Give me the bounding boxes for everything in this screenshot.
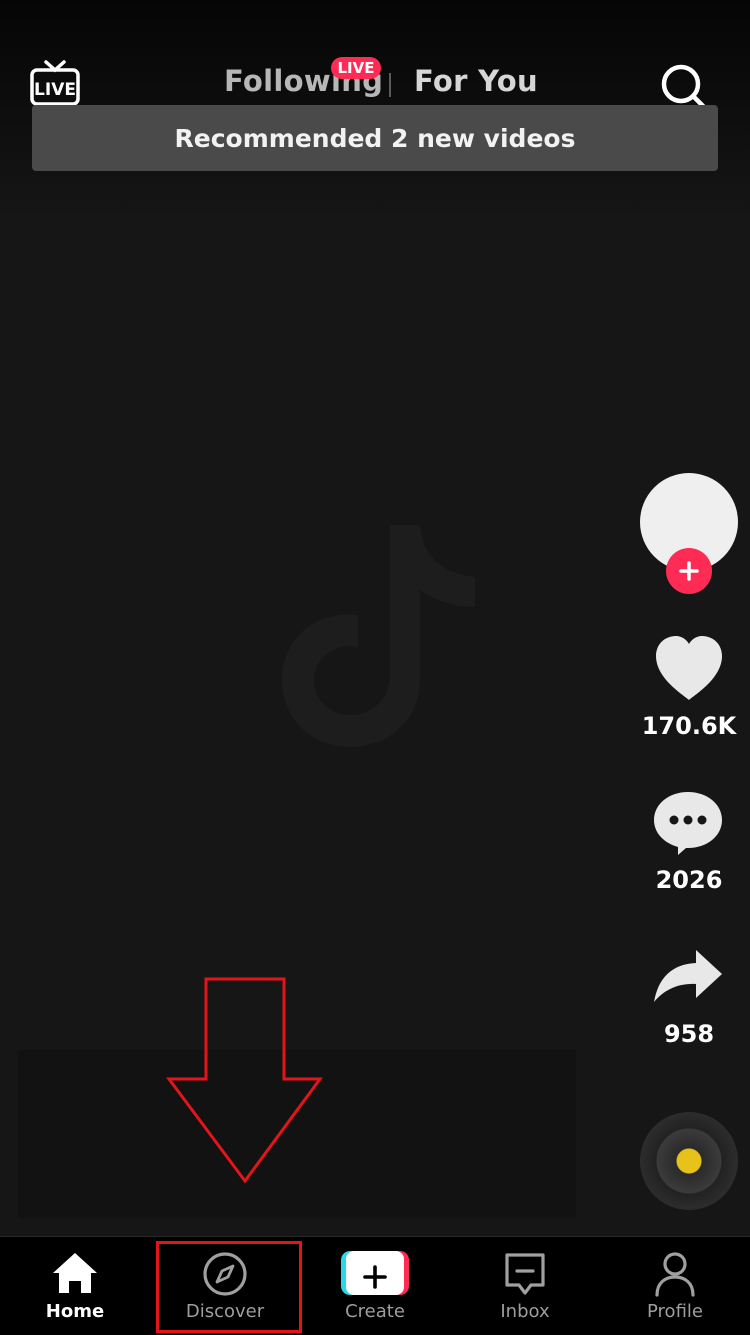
follow-button[interactable] [666,548,712,594]
create-face [346,1251,404,1295]
comments-count: 2026 [655,866,723,894]
nav-inbox-label: Inbox [500,1301,550,1322]
nav-profile-label: Profile [647,1301,703,1322]
share-icon[interactable] [652,946,724,1006]
svg-text:LIVE: LIVE [34,80,76,100]
live-tv-icon[interactable]: LIVE [28,58,84,108]
nav-home[interactable]: Home [0,1237,150,1335]
tab-for-you[interactable]: For You [414,64,538,98]
annotation-arrow-icon [166,977,323,1184]
nav-create-label: Create [345,1301,405,1322]
likes-count: 170.6K [641,712,737,740]
inbox-icon [505,1253,545,1295]
nav-create[interactable]: Create [300,1237,450,1335]
comment-icon[interactable] [652,788,724,856]
heart-icon[interactable] [652,634,726,702]
nav-inbox[interactable]: Inbox [450,1237,600,1335]
person-icon [655,1252,695,1297]
shares-count: 958 [663,1020,715,1048]
banner-text: Recommended 2 new videos [174,123,576,153]
plus-icon [363,1265,387,1289]
plus-icon [679,561,699,581]
live-badge: LIVE [331,57,381,79]
tab-divider [389,73,391,97]
discover-highlight-box [156,1241,302,1333]
create-button[interactable] [341,1251,409,1295]
bottom-nav: Home Discover Create Inbox Profile [0,1236,750,1335]
new-videos-banner[interactable]: Recommended 2 new videos [32,105,718,171]
app-logo-placeholder [282,525,475,747]
home-icon [53,1253,97,1293]
music-disc-icon[interactable] [640,1112,738,1210]
nav-profile[interactable]: Profile [600,1237,750,1335]
nav-home-label: Home [45,1301,105,1322]
